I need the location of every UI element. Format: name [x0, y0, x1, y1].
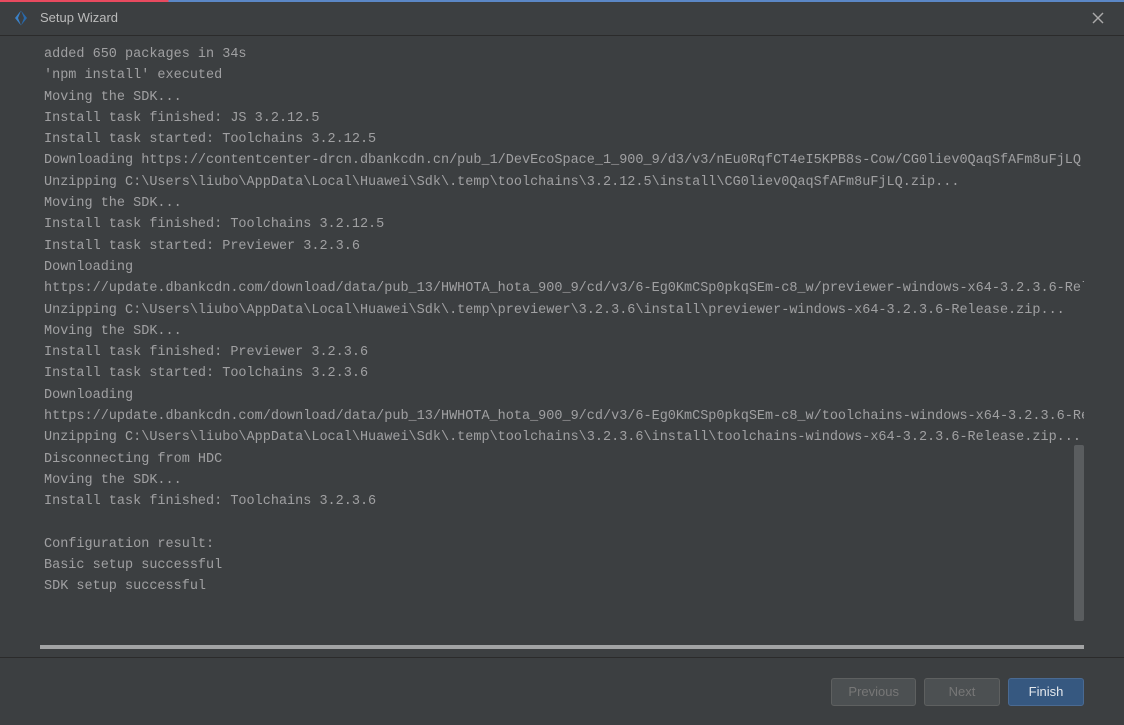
next-button[interactable]: Next: [924, 678, 1000, 706]
progress-bar: [40, 645, 1084, 649]
vertical-scrollbar[interactable]: [1074, 44, 1084, 633]
content-area: added 650 packages in 34s 'npm install' …: [0, 36, 1124, 657]
titlebar-color-edge: [0, 0, 1124, 2]
finish-button[interactable]: Finish: [1008, 678, 1084, 706]
previous-button[interactable]: Previous: [831, 678, 916, 706]
log-panel[interactable]: added 650 packages in 34s 'npm install' …: [40, 44, 1084, 633]
close-icon: [1092, 12, 1104, 24]
titlebar: Setup Wizard: [0, 0, 1124, 36]
vertical-scrollbar-thumb[interactable]: [1074, 445, 1084, 622]
log-text: added 650 packages in 34s 'npm install' …: [40, 44, 1084, 598]
footer: Previous Next Finish: [0, 657, 1124, 725]
close-button[interactable]: [1084, 4, 1112, 32]
log-container: added 650 packages in 34s 'npm install' …: [40, 44, 1084, 633]
window-title: Setup Wizard: [40, 10, 118, 25]
app-icon: [12, 9, 30, 27]
